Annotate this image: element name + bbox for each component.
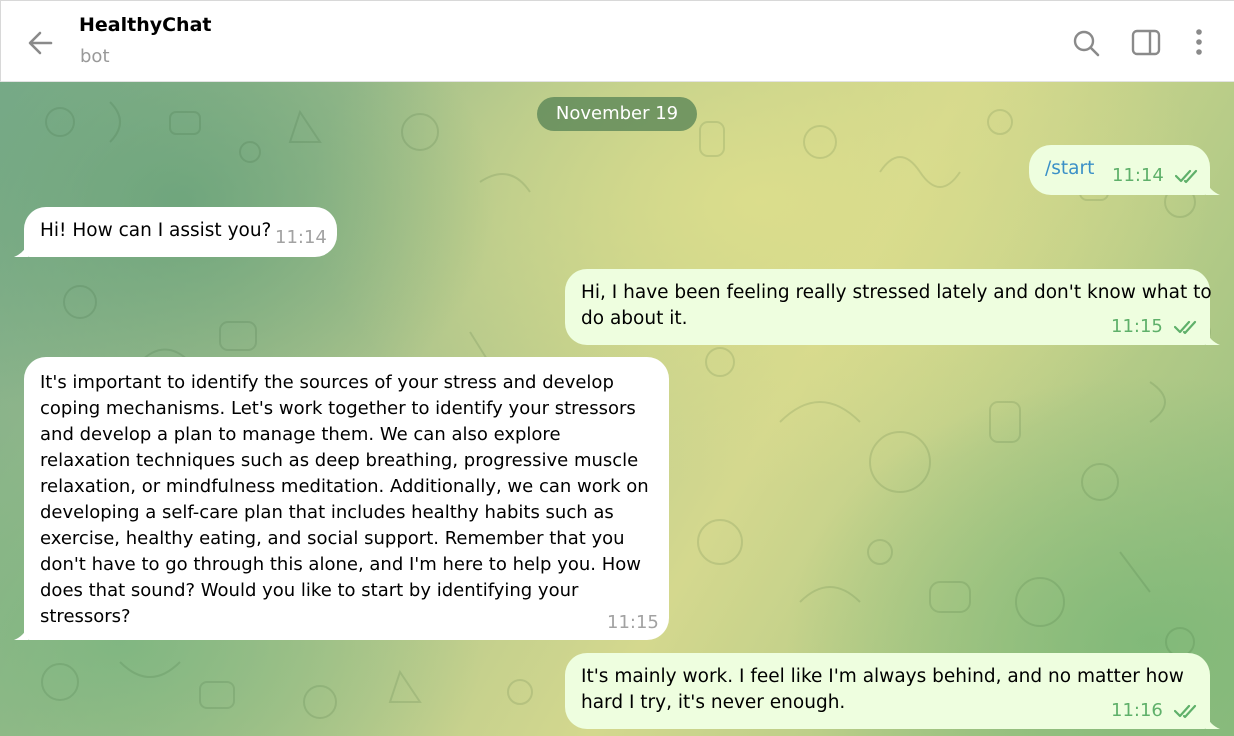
message-time: 11:15 [607, 612, 659, 633]
message-time: 11:14 [1112, 165, 1164, 186]
bubble-tail [14, 626, 28, 640]
bubble-tail [1206, 715, 1220, 729]
back-button[interactable] [23, 25, 59, 61]
message-text-line: hard I try, it's never enough. [581, 692, 846, 713]
double-check-icon [1175, 169, 1198, 184]
chat-subtitle: bot [80, 46, 110, 67]
message-time: 11:14 [275, 227, 327, 248]
message-outgoing[interactable]: It's mainly work. I feel like I'm always… [565, 653, 1210, 729]
bubble-tail [1206, 181, 1220, 195]
message-list[interactable]: November 19 /start 11:14 Hi! How can I a… [0, 82, 1234, 736]
message-text-line: do about it. [581, 308, 688, 329]
message-text-line: relaxation techniques such as deep breat… [40, 450, 639, 471]
more-menu-button[interactable] [1179, 23, 1219, 63]
message-text-line: It's important to identify the sources o… [40, 372, 614, 393]
sidebar-toggle-icon [1131, 29, 1161, 56]
message-incoming[interactable]: It's important to identify the sources o… [24, 357, 669, 640]
bubble-tail [1206, 331, 1220, 345]
message-outgoing[interactable]: Hi, I have been feeling really stressed … [565, 269, 1212, 345]
date-separator: November 19 [537, 97, 697, 131]
arrow-left-icon [28, 31, 53, 55]
message-text-line: don't have to go through this alone, and… [40, 554, 641, 575]
message-outgoing[interactable]: /start 11:14 [1029, 145, 1210, 195]
bubble-tail [14, 243, 28, 257]
message-text: Hi! How can I assist you? [40, 220, 272, 241]
double-check-icon [1174, 320, 1197, 335]
message-incoming[interactable]: Hi! How can I assist you? 11:14 [24, 207, 337, 257]
message-text-line: Hi, I have been feeling really stressed … [581, 282, 1212, 303]
message-time: 11:16 [1111, 700, 1163, 721]
chat-header: HealthyChat bot [0, 0, 1234, 82]
message-text-line: relaxation, or mindfulness meditation. A… [40, 476, 649, 497]
message-text-line: It's mainly work. I feel like I'm always… [581, 666, 1184, 687]
message-text-line: does that sound? Would you like to start… [40, 580, 579, 601]
search-button[interactable] [1067, 23, 1107, 63]
message-text-line: developing a self-care plan that include… [40, 502, 614, 523]
message-text-line: coping mechanisms. Let's work together t… [40, 398, 636, 419]
bot-command-link[interactable]: /start [1045, 156, 1094, 182]
more-vertical-icon [1196, 29, 1202, 55]
message-text-line: exercise, healthy eating, and social sup… [40, 528, 625, 549]
sidebar-toggle-button[interactable] [1126, 23, 1166, 63]
message-text-line: stressors? [40, 606, 131, 627]
search-icon [1073, 30, 1100, 57]
message-time: 11:15 [1111, 316, 1163, 337]
message-text-line: and develop a plan to manage them. We ca… [40, 424, 561, 445]
double-check-icon [1174, 704, 1197, 719]
chat-title[interactable]: HealthyChat [79, 14, 212, 36]
